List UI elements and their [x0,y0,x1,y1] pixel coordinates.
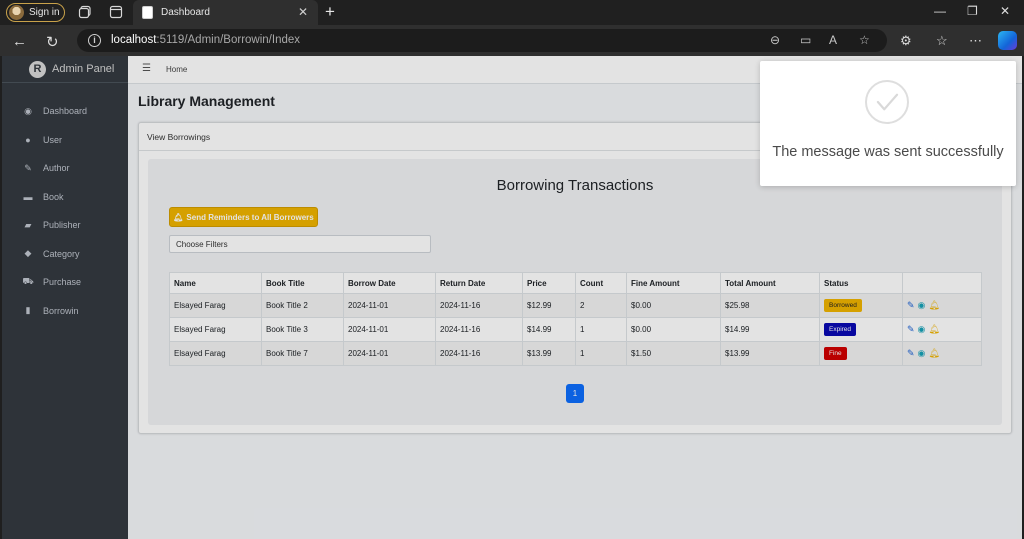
refresh-icon[interactable]: ↻ [46,33,59,51]
read-aloud-icon[interactable]: A [829,33,837,47]
tab-dashboard[interactable]: Dashboard ✕ [133,0,318,25]
url-text[interactable]: localhost:5119/Admin/Borrowin/Index [111,34,300,46]
reading-view-icon[interactable]: ▭ [800,33,811,47]
toast-message: The message was sent successfully [772,144,1004,160]
new-tab-icon[interactable]: + [325,2,335,22]
favorites-icon[interactable]: ☆ [936,33,948,49]
minimize-icon[interactable]: — [934,4,946,18]
tab-close-icon[interactable]: ✕ [298,5,308,19]
site-info-icon[interactable]: i [88,34,101,47]
zoom-icon[interactable]: ⊖ [770,33,780,47]
sign-in-label: Sign in [29,7,60,18]
url-path: :5119/Admin/Borrowin/Index [156,34,301,46]
more-options-icon[interactable]: ⋯ [969,33,982,49]
success-toast: The message was sent successfully [760,61,1016,186]
url-host: localhost [111,34,157,46]
window-close-icon[interactable]: ✕ [1000,4,1010,18]
extensions-icon[interactable]: ⚙ [900,33,912,49]
checkmark-icon [865,80,909,124]
address-toolbar: ← ↻ i localhost:5119/Admin/Borrowin/Inde… [0,25,1024,56]
restore-icon[interactable]: ❐ [967,4,978,18]
tab-actions-icon[interactable] [109,5,123,19]
page-favicon-icon [142,6,153,19]
tab-title: Dashboard [161,7,210,18]
back-icon[interactable]: ← [12,33,27,50]
sign-in-button[interactable]: Sign in [6,3,65,22]
workspaces-icon[interactable] [78,5,92,19]
address-bar[interactable]: i localhost:5119/Admin/Borrowin/Index ⊖ … [77,29,887,52]
copilot-icon[interactable] [998,31,1017,50]
profile-avatar [9,5,24,20]
favorite-star-icon[interactable]: ☆ [859,33,870,47]
browser-tab-bar: Sign in Dashboard ✕ + — ❐ ✕ [0,0,1024,25]
